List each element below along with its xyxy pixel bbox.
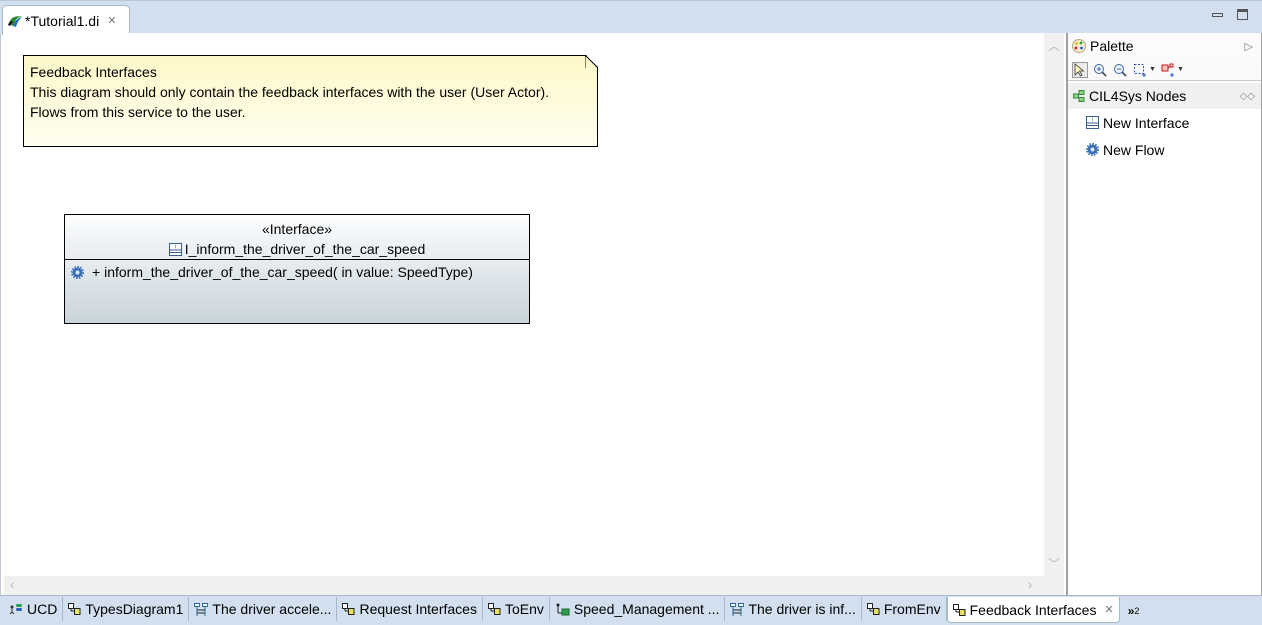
vertical-scrollbar[interactable]: ︿ ﹀ <box>1044 33 1064 576</box>
editor-tab-bar: *Tutorial1.di ✕ <box>0 0 1262 35</box>
gear-icon <box>71 265 84 279</box>
minimize-icon[interactable] <box>1212 13 1223 17</box>
tab-label: Speed_Management ... <box>573 601 720 617</box>
diagram-tab-ucd[interactable]: UCD <box>4 597 64 621</box>
diagram-tab-the-driver-accele[interactable]: The driver accele... <box>189 597 338 621</box>
operation-signature: inform_the_driver_of_the_car_speed( in v… <box>104 264 473 280</box>
chevron-double-right-icon: » <box>1127 603 1135 618</box>
tab-label: Feedback Interfaces <box>969 601 1097 618</box>
use-case-diagram-icon <box>9 603 23 615</box>
operation-row[interactable]: + inform_the_driver_of_the_car_speed( in… <box>65 260 529 284</box>
composite-diagram-icon <box>555 603 570 616</box>
class-diagram-icon <box>68 603 81 615</box>
interface-header: «Interface» I I_inform_the_driver_of_the… <box>65 215 529 260</box>
marquee-icon[interactable] <box>1132 62 1148 78</box>
palette-icon <box>1072 39 1086 53</box>
interface-node[interactable]: «Interface» I I_inform_the_driver_of_the… <box>64 214 530 324</box>
palette-item-new-interface[interactable]: I New Interface <box>1068 109 1261 136</box>
class-diagram-icon <box>342 603 355 615</box>
editor-tab-title: *Tutorial1.di <box>25 12 100 29</box>
maximize-icon[interactable] <box>1237 9 1248 20</box>
tab-label: UCD <box>27 601 58 617</box>
scroll-right-icon[interactable]: › <box>1028 577 1032 592</box>
hidden-tab-count: 2 <box>1134 605 1140 616</box>
scroll-left-icon[interactable]: ‹ <box>10 577 14 592</box>
palette-item-new-flow[interactable]: New Flow <box>1068 136 1261 163</box>
tab-label: TypesDiagram1 <box>85 601 184 617</box>
class-diagram-icon <box>487 603 501 615</box>
select-tool-icon[interactable] <box>1072 61 1088 78</box>
connection-marquee-icon[interactable] <box>1160 62 1176 78</box>
note-fold-corner <box>585 55 598 68</box>
interface-icon: I <box>168 242 182 256</box>
horizontal-scrollbar[interactable]: ‹ › <box>4 576 1064 595</box>
class-diagram-icon <box>952 603 966 616</box>
interface-icon: I <box>1086 116 1099 129</box>
pin-drawer-icon[interactable]: ◇◇ <box>1240 91 1255 102</box>
interface-name[interactable]: I_inform_the_driver_of_the_car_speed <box>185 239 426 259</box>
close-icon[interactable]: ✕ <box>107 14 116 27</box>
palette-drawer-cil4sys-nodes[interactable]: CIL4Sys Nodes ◇◇ <box>1068 83 1261 109</box>
note-line: This diagram should only contain the fee… <box>30 84 550 100</box>
diagram-tab-typesdiagram1[interactable]: TypesDiagram1 <box>63 597 190 621</box>
tab-label: The driver accele... <box>212 601 332 617</box>
note-title: Feedback Interfaces <box>30 64 157 80</box>
palette-header[interactable]: Palette ▷ <box>1068 33 1261 59</box>
zoom-in-icon[interactable] <box>1092 62 1108 78</box>
diagram-tab-fromenv[interactable]: FromEnv <box>862 597 947 621</box>
tab-label: ToEnv <box>504 601 544 617</box>
drawer-icon <box>1073 90 1085 102</box>
collapse-palette-icon[interactable]: ▷ <box>1245 40 1253 53</box>
editor-tab[interactable]: *Tutorial1.di ✕ <box>2 5 130 35</box>
palette-item-label: New Flow <box>1103 141 1165 158</box>
tab-label: FromEnv <box>883 601 941 617</box>
scroll-up-icon[interactable]: ︿ <box>1048 37 1060 54</box>
comment-note[interactable]: Feedback Interfaces This diagram should … <box>23 55 598 147</box>
palette-title: Palette <box>1090 38 1134 54</box>
more-tabs-button[interactable]: » 2 <box>1120 596 1140 625</box>
scroll-down-icon[interactable]: ﹀ <box>1048 555 1060 572</box>
svg-text:I: I <box>175 244 176 250</box>
dropdown-arrow-icon[interactable]: ▼ <box>1149 66 1156 73</box>
tab-label: Request Interfaces <box>359 601 477 617</box>
zoom-out-icon[interactable] <box>1112 62 1128 78</box>
close-icon[interactable]: ✕ <box>1104 603 1113 616</box>
sequence-diagram-icon <box>194 602 209 616</box>
interface-stereotype: «Interface» <box>261 221 333 237</box>
tab-label: The driver is inf... <box>748 601 856 617</box>
diagram-tab-bar: UCD TypesDiagram1 The driver accele... R… <box>0 595 1262 625</box>
palette: Palette ▷ ▼ ▼ CIL4Sys Nodes ◇◇ I New Int… <box>1066 33 1261 595</box>
class-diagram-icon <box>866 603 880 615</box>
editor-area: Feedback Interfaces This diagram should … <box>0 33 1262 595</box>
svg-text:I: I <box>1092 118 1093 124</box>
diagram-tab-toenv[interactable]: ToEnv <box>483 597 550 621</box>
papyrus-icon <box>7 14 23 28</box>
palette-item-label: New Interface <box>1103 114 1190 131</box>
palette-toolbar: ▼ ▼ <box>1068 59 1261 81</box>
gear-icon <box>1086 143 1099 156</box>
diagram-tab-feedback-interfaces[interactable]: Feedback Interfaces ✕ <box>946 597 1120 623</box>
diagram-tab-request-interfaces[interactable]: Request Interfaces <box>337 597 483 621</box>
drawer-title: CIL4Sys Nodes <box>1089 88 1187 104</box>
dropdown-arrow-icon[interactable]: ▼ <box>1177 66 1184 73</box>
diagram-tab-speed-management[interactable]: Speed_Management ... <box>550 597 726 621</box>
operation-visibility: + <box>92 264 101 280</box>
sequence-diagram-icon <box>730 602 745 616</box>
note-line: Flows from this service to the user. <box>30 104 246 120</box>
diagram-tab-the-driver-is-inf[interactable]: The driver is inf... <box>725 597 862 621</box>
